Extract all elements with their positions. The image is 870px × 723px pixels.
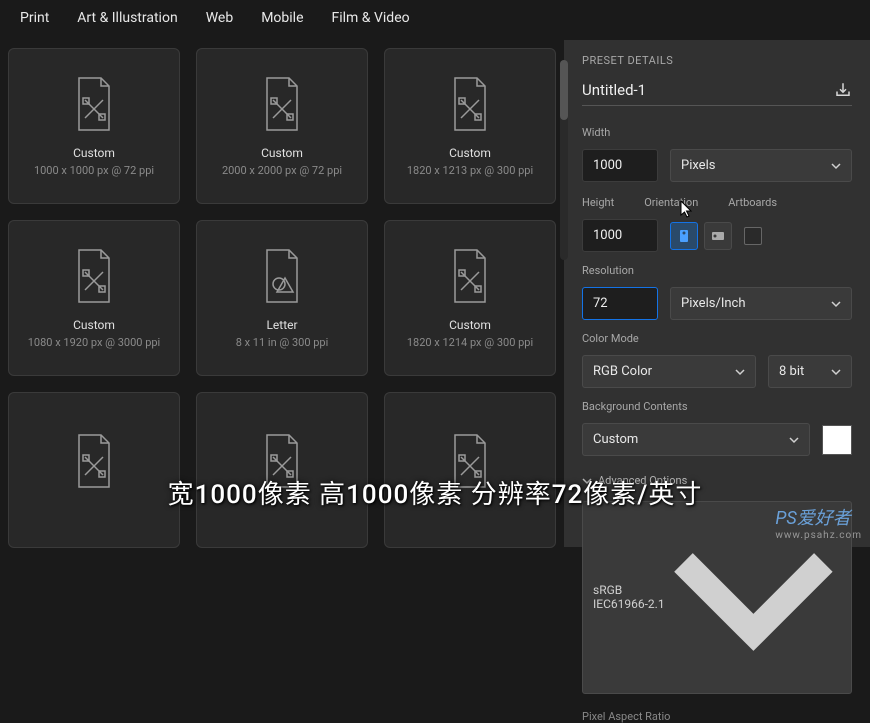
background-select[interactable]: Custom — [582, 423, 810, 456]
scrollbar[interactable] — [560, 60, 568, 260]
colormode-select[interactable]: RGB Color — [582, 355, 756, 388]
artboards-checkbox[interactable] — [744, 227, 762, 245]
chevron-down-icon — [582, 476, 592, 486]
background-label: Background Contents — [582, 400, 852, 413]
preset-meta: 1820 x 1214 px @ 300 ppi — [407, 336, 533, 349]
preset-card[interactable]: Custom 1820 x 1213 px @ 300 ppi — [384, 48, 556, 204]
tab-art[interactable]: Art & Illustration — [77, 10, 177, 26]
chevron-down-icon — [831, 161, 841, 171]
tab-web[interactable]: Web — [206, 10, 234, 26]
document-icon — [447, 76, 493, 132]
document-icon — [447, 248, 493, 304]
preset-card[interactable] — [384, 392, 556, 548]
save-preset-icon[interactable] — [834, 81, 852, 99]
chevron-down-icon — [666, 510, 841, 685]
preset-card[interactable] — [196, 392, 368, 548]
width-input[interactable]: 1000 — [582, 149, 658, 182]
resolution-input[interactable]: 72 — [582, 287, 658, 320]
preset-card[interactable]: Custom 1820 x 1214 px @ 300 ppi — [384, 220, 556, 376]
height-input[interactable]: 1000 — [582, 219, 658, 252]
orientation-label: Orientation — [644, 196, 698, 209]
width-label: Width — [582, 126, 852, 139]
advanced-options-toggle[interactable]: Advanced Options — [582, 474, 852, 487]
preset-meta: 1000 x 1000 px @ 72 ppi — [34, 164, 154, 177]
document-icon — [259, 248, 305, 304]
preset-details-panel: PRESET DETAILS Untitled-1 Width 1000 Pix… — [564, 40, 870, 547]
artboards-label: Artboards — [728, 196, 777, 209]
height-label: Height — [582, 196, 614, 209]
pixel-aspect-label: Pixel Aspect Ratio — [582, 710, 852, 723]
orientation-portrait-button[interactable] — [670, 222, 698, 250]
category-tabs: Print Art & Illustration Web Mobile Film… — [0, 0, 870, 40]
chevron-down-icon — [831, 299, 841, 309]
document-icon — [71, 433, 117, 489]
preset-card[interactable]: Custom 1000 x 1000 px @ 72 ppi — [8, 48, 180, 204]
resolution-label: Resolution — [582, 264, 852, 277]
tab-mobile[interactable]: Mobile — [261, 10, 303, 26]
document-icon — [447, 433, 493, 489]
preset-card[interactable]: Custom 2000 x 2000 px @ 72 ppi — [196, 48, 368, 204]
document-icon — [71, 76, 117, 132]
tab-film[interactable]: Film & Video — [332, 10, 410, 26]
panel-header: PRESET DETAILS — [582, 54, 852, 67]
orientation-landscape-button[interactable] — [704, 222, 732, 250]
preset-card[interactable] — [8, 392, 180, 548]
preset-meta: 8 x 11 in @ 300 ppi — [236, 336, 329, 349]
preset-title: Letter — [266, 318, 297, 332]
preset-card[interactable]: Letter 8 x 11 in @ 300 ppi — [196, 220, 368, 376]
preset-meta: 1820 x 1213 px @ 300 ppi — [407, 164, 533, 177]
preset-grid: Custom 1000 x 1000 px @ 72 ppi Custom 2000 … — [0, 40, 564, 547]
preset-title: Custom — [449, 146, 491, 160]
chevron-down-icon — [735, 367, 745, 377]
document-icon — [259, 76, 305, 132]
document-icon — [259, 433, 305, 489]
preset-card[interactable]: Custom 1080 x 1920 px @ 3000 ppi — [8, 220, 180, 376]
colormode-label: Color Mode — [582, 332, 852, 345]
background-color-swatch[interactable] — [822, 425, 852, 455]
chevron-down-icon — [789, 435, 799, 445]
color-profile-select[interactable]: sRGB IEC61966-2.1 — [582, 501, 852, 694]
preset-meta: 2000 x 2000 px @ 72 ppi — [222, 164, 342, 177]
preset-title: Custom — [73, 146, 115, 160]
resolution-units-select[interactable]: Pixels/Inch — [670, 287, 852, 320]
units-select[interactable]: Pixels — [670, 149, 852, 182]
preset-meta: 1080 x 1920 px @ 3000 ppi — [28, 336, 160, 349]
preset-title: Custom — [449, 318, 491, 332]
chevron-down-icon — [831, 367, 841, 377]
document-icon — [71, 248, 117, 304]
preset-title: Custom — [261, 146, 303, 160]
tab-print[interactable]: Print — [20, 10, 49, 26]
preset-title: Custom — [73, 318, 115, 332]
preset-name-input[interactable]: Untitled-1 — [582, 81, 646, 99]
bitdepth-select[interactable]: 8 bit — [768, 355, 852, 388]
